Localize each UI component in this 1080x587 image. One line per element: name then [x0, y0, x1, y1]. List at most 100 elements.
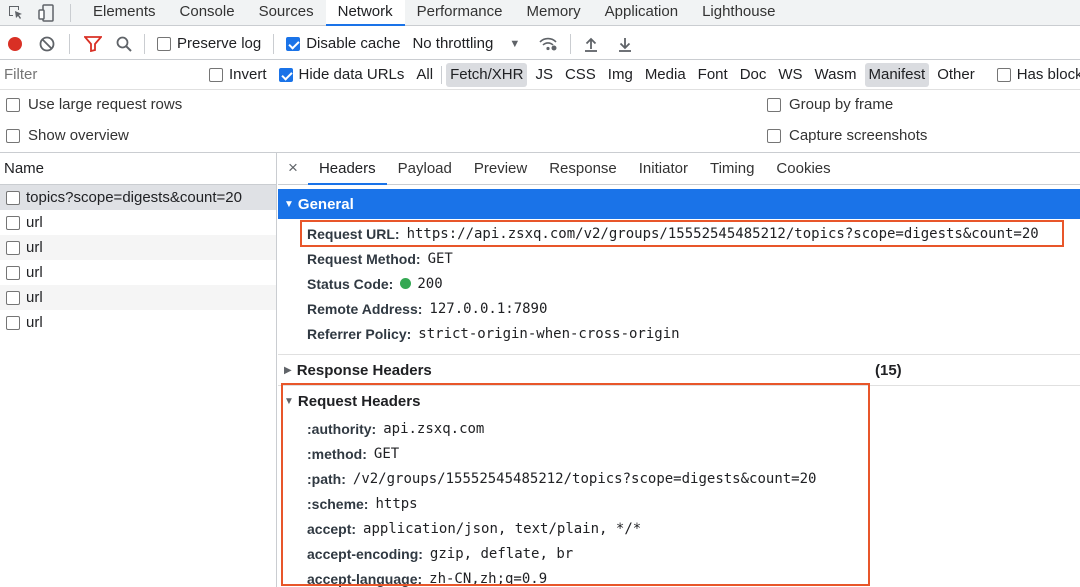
header-key: accept-encoding:	[307, 545, 423, 562]
request-row[interactable]: url	[0, 260, 276, 285]
disable-cache-box[interactable]	[286, 36, 301, 51]
header-value: application/json, text/plain, */*	[363, 520, 642, 537]
request-name: url	[26, 314, 43, 331]
hide-data-urls-box[interactable]	[278, 67, 293, 82]
large-rows-checkbox[interactable]: Use large request rows	[6, 96, 182, 113]
tab-headers[interactable]: Headers	[307, 152, 387, 185]
request-url-row: Request URL: https://api.zsxq.com/v2/gro…	[278, 221, 1080, 246]
show-overview-checkbox[interactable]: Show overview	[6, 127, 129, 144]
header-row: :method: GET	[278, 441, 1080, 466]
tab-initiator[interactable]: Initiator	[628, 152, 699, 185]
type-img[interactable]: Img	[604, 63, 637, 87]
response-headers-count: (15)	[875, 361, 902, 379]
invert-box[interactable]	[209, 67, 223, 82]
close-icon[interactable]: ×	[278, 158, 308, 178]
has-blocked-label: Has blocked c	[1016, 66, 1080, 83]
header-row: accept-encoding: gzip, deflate, br	[278, 541, 1080, 566]
clear-icon[interactable]	[39, 36, 55, 52]
search-icon[interactable]	[116, 36, 132, 52]
tab-console[interactable]: Console	[168, 0, 247, 26]
tab-performance[interactable]: Performance	[405, 0, 515, 26]
request-headers-section: :authority: api.zsxq.com :method: GET :p…	[278, 416, 1080, 587]
has-blocked-box[interactable]	[996, 67, 1011, 82]
tab-memory[interactable]: Memory	[515, 0, 593, 26]
preserve-log-box[interactable]	[157, 36, 171, 51]
request-row[interactable]: url	[0, 285, 276, 310]
type-js[interactable]: JS	[531, 63, 557, 87]
tab-application[interactable]: Application	[593, 0, 690, 26]
request-list: Name topics?scope=digests&count=20 url u…	[0, 152, 277, 587]
type-font[interactable]: Font	[694, 63, 732, 87]
name-column-header[interactable]: Name	[0, 152, 276, 185]
tab-timing[interactable]: Timing	[699, 152, 765, 185]
group-by-frame-checkbox[interactable]: Group by frame	[767, 96, 893, 113]
filter-icon[interactable]	[84, 35, 102, 52]
header-key: :scheme:	[307, 495, 369, 512]
throttling-value: No throttling	[412, 35, 494, 52]
capture-screenshots-checkbox[interactable]: Capture screenshots	[767, 127, 927, 144]
type-media[interactable]: Media	[641, 63, 690, 87]
tab-sources[interactable]: Sources	[247, 0, 326, 26]
request-row[interactable]: url	[0, 235, 276, 260]
referrer-policy-value: strict-origin-when-cross-origin	[418, 325, 680, 342]
header-key: accept-language:	[307, 570, 423, 587]
network-conditions-icon[interactable]	[538, 36, 558, 52]
tab-cookies[interactable]: Cookies	[765, 152, 841, 185]
response-headers-section-header[interactable]: ▶ Response Headers (15)	[278, 355, 1080, 385]
large-rows-box[interactable]	[6, 97, 20, 112]
header-row: :authority: api.zsxq.com	[278, 416, 1080, 441]
request-name: url	[26, 264, 43, 281]
tab-elements[interactable]: Elements	[81, 0, 168, 26]
capture-screenshots-box[interactable]	[767, 128, 781, 143]
request-row[interactable]: topics?scope=digests&count=20	[0, 185, 276, 210]
tab-response[interactable]: Response	[538, 152, 628, 185]
capture-screenshots-label: Capture screenshots	[789, 127, 928, 144]
has-blocked-cookies-checkbox[interactable]: Has blocked c	[996, 66, 1080, 83]
device-toolbar-icon[interactable]	[38, 3, 56, 22]
request-name: url	[26, 214, 43, 231]
type-ws[interactable]: WS	[774, 63, 806, 87]
type-manifest[interactable]: Manifest	[864, 62, 930, 87]
request-row[interactable]: url	[0, 310, 276, 335]
tab-lighthouse[interactable]: Lighthouse	[690, 0, 787, 26]
throttling-select[interactable]: No throttling ▼	[412, 35, 520, 52]
show-overview-box[interactable]	[6, 128, 20, 143]
request-headers-section-header[interactable]: ▼ Request Headers	[278, 386, 1080, 416]
type-doc[interactable]: Doc	[736, 63, 771, 87]
header-key: :authority:	[307, 420, 377, 437]
type-fetch-xhr[interactable]: Fetch/XHR	[446, 62, 528, 87]
detail-tabbar: × Headers Payload Preview Response Initi…	[278, 152, 1080, 185]
row-checkbox	[6, 265, 20, 280]
type-wasm[interactable]: Wasm	[811, 63, 861, 87]
remote-address-row: Remote Address: 127.0.0.1:7890	[278, 296, 1080, 321]
hide-data-urls-checkbox[interactable]: Hide data URLs	[278, 66, 405, 83]
type-other[interactable]: Other	[933, 63, 979, 87]
response-headers-title: Response Headers	[296, 361, 432, 379]
preserve-log-checkbox[interactable]: Preserve log	[157, 35, 261, 52]
tab-preview[interactable]: Preview	[463, 152, 538, 185]
general-section-header[interactable]: ▼ General	[278, 189, 1080, 219]
triangle-right-icon: ▶	[284, 364, 292, 376]
hide-data-urls-label: Hide data URLs	[298, 66, 405, 83]
type-all[interactable]: All	[412, 63, 437, 87]
tab-payload[interactable]: Payload	[387, 152, 463, 185]
disable-cache-checkbox[interactable]: Disable cache	[286, 35, 400, 52]
record-icon[interactable]	[7, 36, 23, 52]
import-har-icon[interactable]	[583, 36, 599, 52]
status-code-key: Status Code:	[307, 275, 394, 292]
filter-input[interactable]	[0, 63, 195, 86]
tab-network[interactable]: Network	[325, 0, 405, 26]
request-row[interactable]: url	[0, 210, 276, 235]
type-css[interactable]: CSS	[561, 63, 600, 87]
header-key: accept:	[307, 520, 357, 537]
triangle-down-icon: ▼	[284, 395, 294, 407]
row-checkbox	[6, 190, 20, 205]
request-method-value: GET	[427, 250, 453, 267]
inspect-element-icon[interactable]	[8, 5, 26, 21]
header-row: :path: /v2/groups/15552545485212/topics?…	[278, 466, 1080, 491]
row-checkbox	[6, 290, 20, 305]
export-har-icon[interactable]	[617, 36, 633, 52]
group-by-frame-box[interactable]	[767, 97, 781, 112]
invert-checkbox[interactable]: Invert	[209, 66, 267, 83]
divider	[144, 33, 145, 54]
